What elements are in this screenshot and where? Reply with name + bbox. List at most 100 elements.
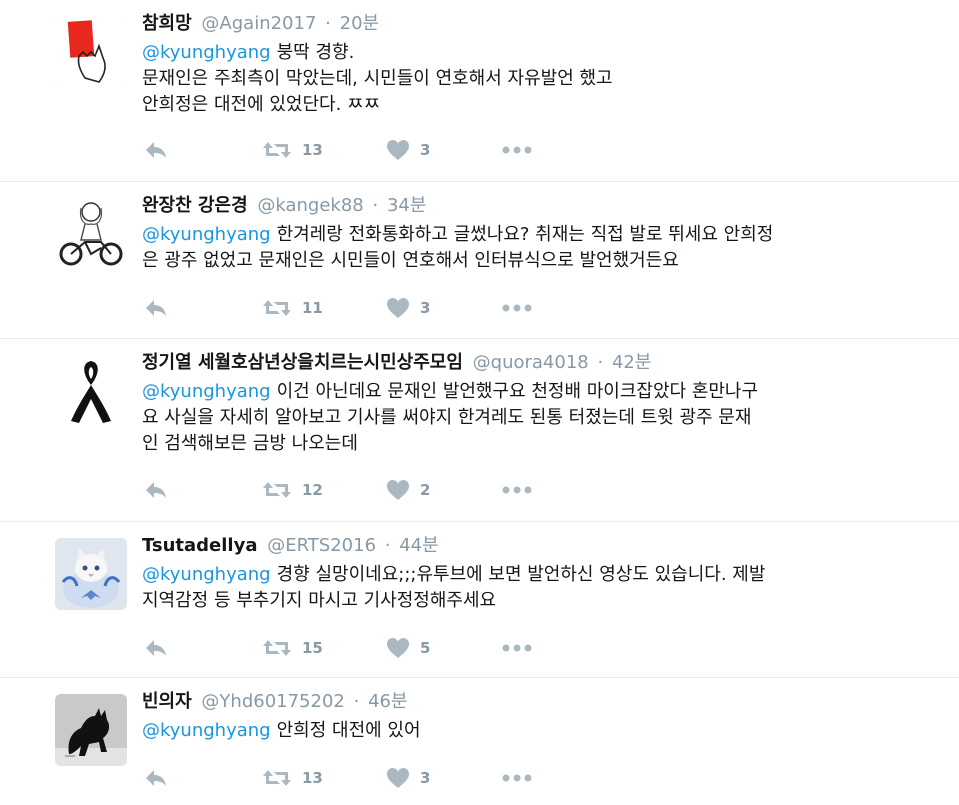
like-count: 3 [420,299,431,317]
retweet-count: 15 [302,639,323,657]
mention-link[interactable]: @kyunghyang [142,42,271,63]
reply-button[interactable] [144,478,168,502]
like-button[interactable]: 2 [386,478,430,502]
mention-link[interactable]: @kyunghyang [142,564,271,585]
reply-button[interactable] [144,138,168,162]
retweet-count: 13 [302,769,323,787]
heart-icon [387,638,409,658]
mention-link[interactable]: @kyunghyang [142,720,271,741]
reply-icon [146,142,166,158]
motorbike-sketch-icon [55,198,127,270]
retweet-button[interactable]: 15 [262,636,323,660]
like-button[interactable]: 3 [386,766,430,790]
tweet-feed: 참희망 @Again2017 · 20분 @kyunghyang 붕딱 경향. 문… [0,0,959,805]
user-handle[interactable]: @Yhd60175202 [201,691,344,712]
tweet-text: @kyunghyang 한겨레랑 전화통화하고 글썼나요? 취재는 직접 발로 뛰… [142,222,919,274]
separator-dot: · [353,691,360,712]
tweet[interactable]: 참희망 @Again2017 · 20분 @kyunghyang 붕딱 경향. 문… [0,0,959,182]
tweet-text: @kyunghyang 경향 실망이네요;;;유투브에 보면 발언하신 영상도 있… [142,562,919,614]
reply-icon [146,482,166,498]
tweet-header: 참희망 @Again2017 · 20분 [142,10,919,38]
like-button[interactable]: 3 [386,138,430,162]
heart-icon [387,768,409,788]
retweet-icon [263,142,291,158]
separator-dot: · [372,195,379,216]
like-button[interactable]: 3 [386,296,430,320]
retweet-icon [263,482,291,498]
heart-icon [387,480,409,500]
user-fullname[interactable]: 완장찬 강은경 [142,195,248,216]
separator-dot: · [597,352,604,373]
black-cat-icon [55,694,127,766]
retweet-button[interactable]: 11 [262,296,323,320]
tweet-header: 정기열 세월호삼년상을치르는시민상주모임 @quora4018 · 42분 [142,349,919,377]
more-icon [502,644,532,652]
reply-button[interactable] [144,766,168,790]
user-handle[interactable]: @kangek88 [257,195,363,216]
tweet-header: 완장찬 강은경 @kangek88 · 34분 [142,192,919,220]
user-handle[interactable]: @Again2017 [201,13,316,34]
avatar[interactable] [55,198,127,270]
tweet-text: @kyunghyang 이건 아닌데요 문재인 발언했구요 천정배 마이크잡았다 … [142,379,919,457]
tweet-text: @kyunghyang 붕딱 경향. 문재인은 주최측이 막았는데, 시민들이 연… [142,40,919,118]
more-button[interactable] [502,478,532,502]
tweet-text: @kyunghyang 안희정 대전에 있어 [142,718,919,744]
tweet[interactable]: 완장찬 강은경 @kangek88 · 34분 @kyunghyang 한겨레랑 … [0,182,959,339]
separator-dot: · [384,535,391,556]
reply-button[interactable] [144,296,168,320]
avatar[interactable] [55,538,127,610]
more-icon [502,146,532,154]
mention-link[interactable]: @kyunghyang [142,381,271,402]
user-fullname[interactable]: 참희망 [142,13,192,34]
black-ribbon-icon [55,355,127,427]
like-count: 3 [420,141,431,159]
retweet-count: 13 [302,141,323,159]
white-cat-icon [55,538,127,610]
user-fullname[interactable]: 정기열 세월호삼년상을치르는시민상주모임 [142,352,463,373]
reply-icon [146,640,166,656]
avatar[interactable] [55,694,127,766]
heart-icon [387,298,409,318]
more-icon [502,486,532,494]
more-icon [502,304,532,312]
like-count: 2 [420,481,431,499]
user-handle[interactable]: @ERTS2016 [267,535,376,556]
retweet-icon [263,300,291,316]
tweet[interactable]: 정기열 세월호삼년상을치르는시민상주모임 @quora4018 · 42분 @k… [0,339,959,522]
avatar[interactable] [55,16,127,88]
timestamp[interactable]: 42분 [612,352,651,373]
user-fullname[interactable]: Tsutadellya [142,535,257,556]
timestamp[interactable]: 46분 [368,691,407,712]
retweet-count: 11 [302,299,323,317]
heart-icon [387,140,409,160]
more-button[interactable] [502,636,532,660]
user-handle[interactable]: @quora4018 [473,352,589,373]
retweet-icon [263,640,291,656]
reply-icon [146,770,166,786]
more-icon [502,774,532,782]
more-button[interactable] [502,296,532,320]
timestamp[interactable]: 34분 [387,195,426,216]
mention-link[interactable]: @kyunghyang [142,224,271,245]
timestamp[interactable]: 20분 [340,13,379,34]
like-button[interactable]: 5 [386,636,430,660]
user-fullname[interactable]: 빈의자 [142,691,192,712]
retweet-count: 12 [302,481,323,499]
tweet-header: Tsutadellya @ERTS2016 · 44분 [142,532,919,560]
separator-dot: · [325,13,331,34]
tweet[interactable]: Tsutadellya @ERTS2016 · 44분 @kyunghyang 경… [0,522,959,678]
avatar[interactable] [55,355,127,427]
reply-button[interactable] [144,636,168,660]
retweet-button[interactable]: 12 [262,478,323,502]
like-count: 3 [420,769,431,787]
reply-icon [146,300,166,316]
retweet-button[interactable]: 13 [262,138,323,162]
tweet-body: 안희정 대전에 있어 [276,720,421,741]
tweet[interactable]: 빈의자 @Yhd60175202 · 46분 @kyunghyang 안희정 대전… [0,678,959,805]
more-button[interactable] [502,766,532,790]
timestamp[interactable]: 44분 [399,535,438,556]
retweet-button[interactable]: 13 [262,766,323,790]
like-count: 5 [420,639,431,657]
more-button[interactable] [502,138,532,162]
retweet-icon [263,770,291,786]
